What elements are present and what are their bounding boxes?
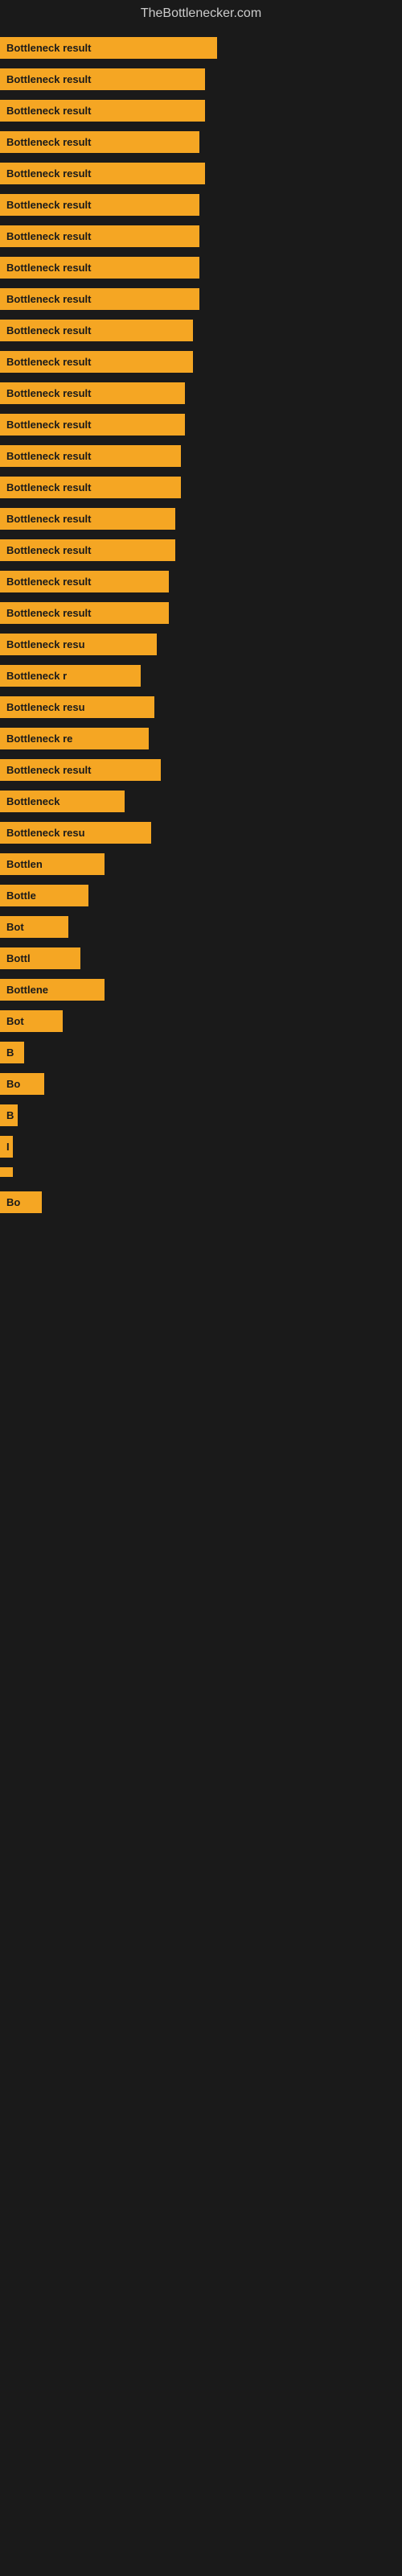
bar-row: Bo (0, 1190, 402, 1215)
bottleneck-bar: Bottleneck result (0, 602, 169, 624)
bottleneck-bar: B (0, 1104, 18, 1126)
bar-row: Bottleneck result (0, 224, 402, 249)
bottleneck-bar: B (0, 1042, 24, 1063)
bar-row: I (0, 1134, 402, 1159)
bottleneck-bar: Bottleneck result (0, 351, 193, 373)
bar-row: Bottlen (0, 852, 402, 877)
bar-row: Bottleneck result (0, 538, 402, 563)
bottleneck-bar: Bottleneck r (0, 665, 141, 687)
bar-row: Bottleneck result (0, 444, 402, 469)
bottleneck-bar: Bottleneck resu (0, 634, 157, 655)
bottleneck-bar: Bottleneck result (0, 539, 175, 561)
bottleneck-bar: Bottl (0, 947, 80, 969)
bar-row: Bottlene (0, 977, 402, 1002)
bottleneck-bar: Bottleneck result (0, 194, 199, 216)
bottleneck-bar: I (0, 1136, 13, 1158)
bar-row: Bottleneck resu (0, 632, 402, 657)
bar-row: Bottleneck resu (0, 695, 402, 720)
bar-row: Bottleneck result (0, 412, 402, 437)
site-title: TheBottlenecker.com (0, 0, 402, 27)
bars-container: Bottleneck result Bottleneck result Bottle… (0, 27, 402, 1229)
bar-row: Bottleneck result (0, 601, 402, 625)
bottleneck-bar: Bottleneck re (0, 728, 149, 749)
bar-row: Bottleneck result (0, 349, 402, 374)
bar-row: B (0, 1040, 402, 1065)
bottleneck-bar: Bottleneck result (0, 320, 193, 341)
bottleneck-bar: Bottleneck result (0, 477, 181, 498)
bottleneck-bar: Bottleneck resu (0, 696, 154, 718)
bar-row: Bottleneck result (0, 192, 402, 217)
bottleneck-bar: Bo (0, 1191, 42, 1213)
bottleneck-bar: Bottleneck result (0, 382, 185, 404)
bar-row: Bottleneck result (0, 35, 402, 60)
bottleneck-bar: Bottleneck result (0, 257, 199, 279)
bar-row: Bottleneck result (0, 255, 402, 280)
bottleneck-bar (0, 1167, 13, 1177)
bottleneck-bar: Bottleneck result (0, 571, 169, 592)
bar-row: B (0, 1103, 402, 1128)
bottleneck-bar: Bottleneck result (0, 100, 205, 122)
bar-row: Bottleneck result (0, 506, 402, 531)
bottleneck-bar: Bottleneck result (0, 37, 217, 59)
bottleneck-bar: Bottleneck (0, 791, 125, 812)
bottleneck-bar: Bot (0, 1010, 63, 1032)
bottleneck-bar: Bottleneck result (0, 445, 181, 467)
bar-row: Bottleneck re (0, 726, 402, 751)
bottleneck-bar: Bottleneck result (0, 131, 199, 153)
bottleneck-bar: Bo (0, 1073, 44, 1095)
bottleneck-bar: Bot (0, 916, 68, 938)
bottleneck-bar: Bottleneck result (0, 759, 161, 781)
bottleneck-bar: Bottleneck result (0, 225, 199, 247)
bar-row: Bottleneck (0, 789, 402, 814)
bar-row: Bot (0, 1009, 402, 1034)
bar-row (0, 1166, 402, 1183)
bar-row: Bottleneck result (0, 475, 402, 500)
bar-row: Bot (0, 914, 402, 939)
bottleneck-bar: Bottleneck resu (0, 822, 151, 844)
bar-row: Bottleneck result (0, 758, 402, 782)
bar-row: Bottleneck result (0, 161, 402, 186)
bar-row: Bottleneck result (0, 569, 402, 594)
bottleneck-bar: Bottlene (0, 979, 105, 1001)
bottleneck-bar: Bottleneck result (0, 163, 205, 184)
bar-row: Bottleneck result (0, 381, 402, 406)
bar-row: Bottl (0, 946, 402, 971)
bar-row: Bottleneck r (0, 663, 402, 688)
bottleneck-bar: Bottle (0, 885, 88, 906)
bottleneck-bar: Bottleneck result (0, 508, 175, 530)
bar-row: Bottleneck result (0, 287, 402, 312)
bar-row: Bottleneck result (0, 67, 402, 92)
bottleneck-bar: Bottleneck result (0, 68, 205, 90)
bottleneck-bar: Bottlen (0, 853, 105, 875)
bottleneck-bar: Bottleneck result (0, 414, 185, 436)
bar-row: Bottleneck result (0, 318, 402, 343)
bar-row: Bottleneck result (0, 130, 402, 155)
bar-row: Bottleneck resu (0, 820, 402, 845)
bar-row: Bottleneck result (0, 98, 402, 123)
bottleneck-bar: Bottleneck result (0, 288, 199, 310)
bar-row: Bo (0, 1071, 402, 1096)
bar-row: Bottle (0, 883, 402, 908)
